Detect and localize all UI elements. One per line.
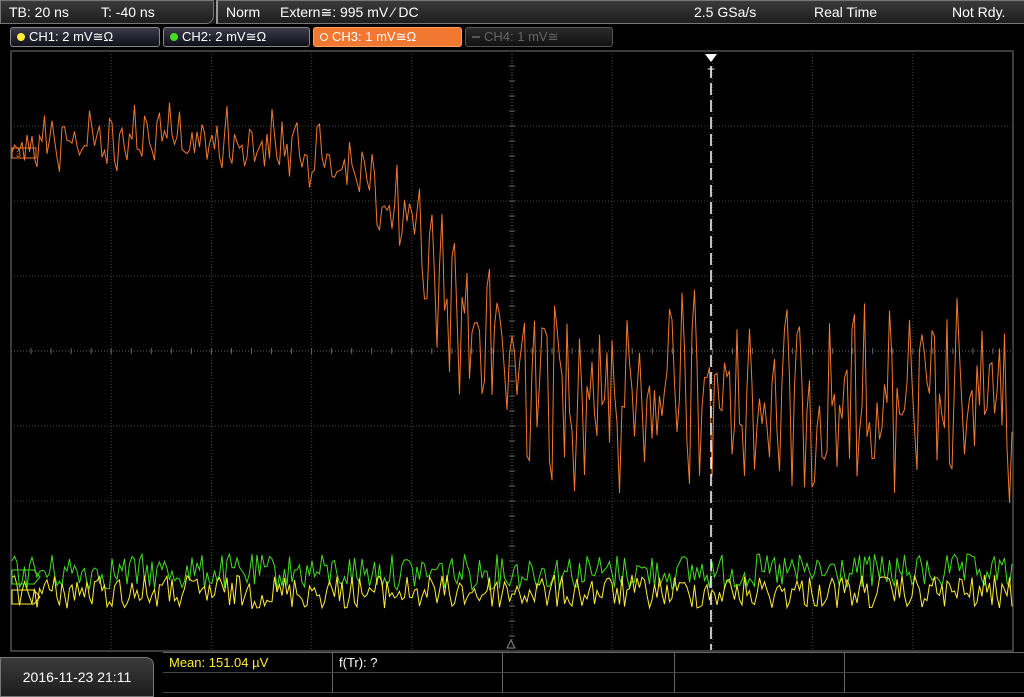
measurement-panel[interactable]: Mean: 151.04 µV f(Tr): ? (163, 652, 1024, 696)
ch3-offset-label: 3 (16, 149, 21, 159)
measurement-slot-6[interactable] (163, 673, 333, 693)
trigger-status-panel[interactable]: Norm Extern≅: 995 mV ⁄ DC 2.5 GSa/s Real… (216, 0, 1024, 24)
rise-time-measurement[interactable]: f(Tr): ? (333, 653, 503, 673)
bottom-bar: 2016-11-23 21:11 Mean: 151.04 µV f(Tr): … (0, 652, 1024, 697)
trigger-marker-label: T (707, 66, 715, 80)
ch3-dot-icon (320, 32, 328, 41)
measurement-slot-9[interactable] (675, 673, 845, 693)
channel-2-button[interactable]: CH2: 2 mV≅Ω (163, 27, 310, 47)
top-bar: TB: 20 ns T: -40 ns Norm Extern≅: 995 mV… (0, 0, 1024, 24)
channel-4-button[interactable]: CH4: 1 mV≅ (465, 27, 613, 47)
sample-rate: 2.5 GSa/s (694, 4, 757, 20)
channel-4-label: CH4: 1 mV≅ (484, 29, 559, 44)
acquisition-mode: Real Time (814, 4, 878, 20)
mean-measurement[interactable]: Mean: 151.04 µV (163, 653, 333, 673)
ready-state: Not Rdy. (952, 4, 1006, 20)
channel-1-label: CH1: 2 mV≅Ω (29, 29, 114, 44)
waveform-display[interactable]: T 3 (0, 50, 1024, 652)
measurement-slot-10[interactable] (845, 673, 1024, 693)
datetime-display: 2016-11-23 21:11 (0, 657, 154, 697)
timebase-panel[interactable]: TB: 20 ns T: -40 ns (0, 0, 214, 24)
ch2-dot-icon (170, 32, 178, 41)
measurement-slot-5[interactable] (845, 653, 1024, 673)
measurement-slot-4[interactable] (675, 653, 845, 673)
trigger-time-label: T: -40 ns (101, 4, 155, 20)
measurement-slot-3[interactable] (503, 653, 675, 673)
trigger-mode: Norm (226, 4, 261, 20)
channel-3-button[interactable]: CH3: 1 mV≅Ω (313, 27, 462, 47)
channel-2-label: CH2: 2 mV≅Ω (182, 29, 267, 44)
channel-bar: CH1: 2 mV≅Ω CH2: 2 mV≅Ω CH3: 1 mV≅Ω CH4:… (0, 25, 1024, 49)
timebase-label: TB: 20 ns (9, 4, 69, 20)
channel-1-button[interactable]: CH1: 2 mV≅Ω (10, 27, 160, 47)
measurement-slot-8[interactable] (503, 673, 675, 693)
trigger-source: Extern≅: 995 mV ⁄ DC (280, 4, 419, 20)
ch1-dot-icon (17, 32, 25, 41)
ch4-dot-icon (472, 35, 480, 38)
channel-3-label: CH3: 1 mV≅Ω (332, 29, 417, 44)
measurement-slot-7[interactable] (333, 673, 503, 693)
